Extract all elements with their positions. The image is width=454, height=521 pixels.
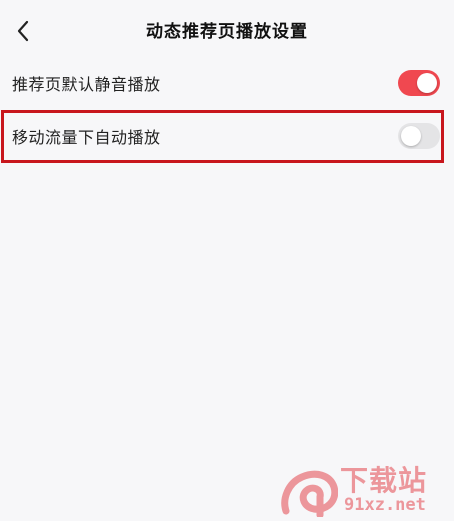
toggle-knob: [401, 126, 421, 146]
mute-autoplay-toggle[interactable]: [398, 70, 440, 96]
setting-row-mobile-data-autoplay: 移动流量下自动播放: [0, 110, 454, 162]
toggle-knob: [417, 73, 437, 93]
setting-label-mobile-data-autoplay: 移动流量下自动播放: [12, 128, 161, 147]
header-bar: 动态推荐页播放设置: [0, 0, 454, 60]
setting-label-mute-autoplay: 推荐页默认静音播放: [12, 75, 161, 94]
page-title: 动态推荐页播放设置: [146, 22, 308, 42]
setting-row-mute-autoplay: 推荐页默认静音播放: [0, 57, 454, 109]
watermark-domain: 91xz.net: [344, 495, 426, 515]
watermark: 下载站 91xz.net: [280, 457, 450, 519]
watermark-text: 下载站: [340, 464, 428, 497]
mobile-data-autoplay-toggle[interactable]: [398, 123, 440, 149]
watermark-logo-icon: [281, 470, 338, 517]
